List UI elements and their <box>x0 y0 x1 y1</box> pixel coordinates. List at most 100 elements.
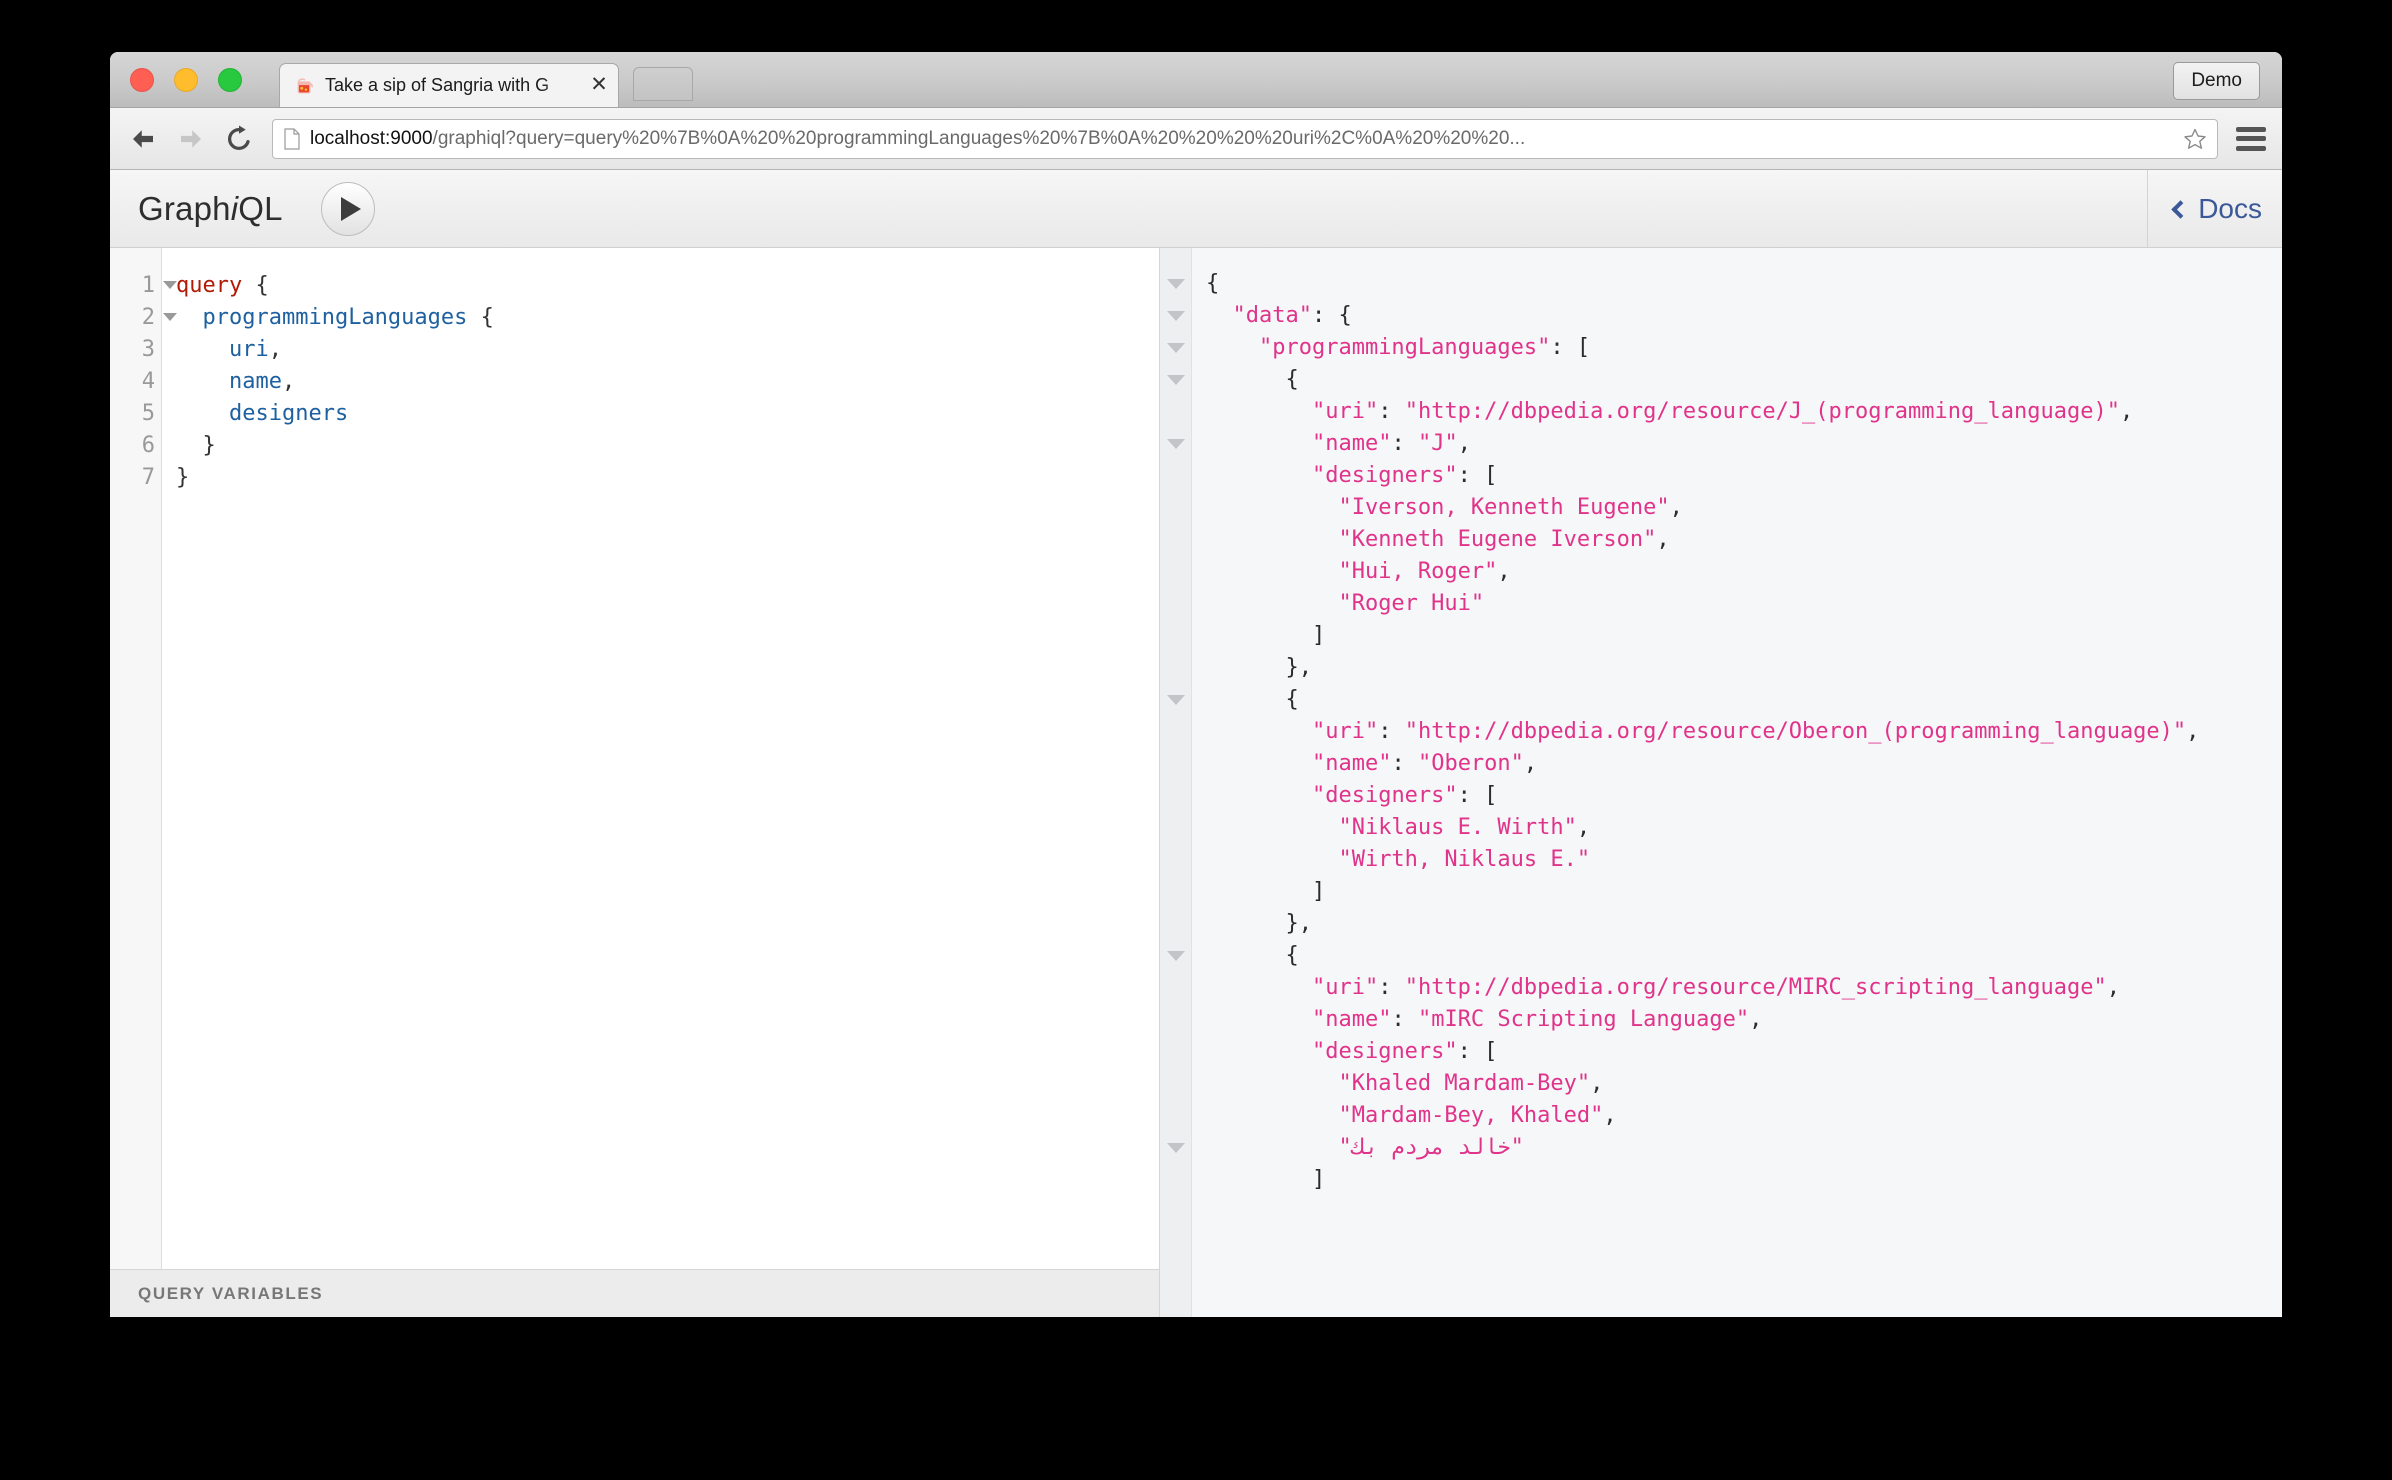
fold-triangle-icon[interactable] <box>1167 279 1185 289</box>
browser-tab-title: Take a sip of Sangria with G <box>325 75 588 96</box>
result-json-token: ] <box>1312 879 1325 904</box>
result-json-token: , <box>2107 975 2120 1000</box>
result-json-token: "Kenneth Eugene Iverson" <box>1338 527 1656 552</box>
result-gutter-line <box>1160 812 1191 844</box>
close-tab-button[interactable]: ✕ <box>588 75 610 97</box>
result-gutter-line <box>1160 876 1191 908</box>
logo-suffix: QL <box>238 190 282 227</box>
logo-prefix: Graph <box>138 190 231 227</box>
query-token: , <box>269 337 282 362</box>
docs-button[interactable]: Docs <box>2147 170 2262 247</box>
fold-triangle-icon[interactable] <box>163 281 177 289</box>
result-gutter-line <box>1160 332 1191 364</box>
result-json-token: { <box>1285 943 1298 968</box>
browser-tab-active[interactable]: Take a sip of Sangria with G ✕ <box>279 63 619 107</box>
query-variables-bar[interactable]: QUERY VARIABLES <box>110 1269 1159 1317</box>
url-host: localhost:9000 <box>310 128 433 149</box>
graphiql-app: GraphiQL Docs 1234567 query { programmin… <box>110 170 2282 1317</box>
result-json-token: : { <box>1312 303 1352 328</box>
chevron-left-icon <box>2172 200 2190 218</box>
result-fold-gutter[interactable] <box>1160 248 1192 1317</box>
result-json-token: , <box>2120 399 2133 424</box>
query-line-number: 5 <box>110 398 161 430</box>
url-text: localhost:9000/graphiql?query=query%20%7… <box>310 128 2174 150</box>
close-window-button[interactable] <box>130 68 154 92</box>
minimize-window-button[interactable] <box>174 68 198 92</box>
result-json-token: , <box>1749 1007 1762 1032</box>
result-gutter-line <box>1160 1100 1191 1132</box>
result-json-token: "mIRC Scripting Language" <box>1418 1007 1749 1032</box>
result-gutter-line <box>1160 428 1191 460</box>
query-token: , <box>282 369 295 394</box>
new-tab-button[interactable] <box>633 67 693 101</box>
fold-triangle-icon[interactable] <box>1167 951 1185 961</box>
result-json-token: "name" <box>1312 751 1391 776</box>
result-json-token: "Hui, Roger" <box>1338 559 1497 584</box>
result-json-token: , <box>1577 815 1590 840</box>
result-json-token: : <box>1391 751 1418 776</box>
result-gutter-line <box>1160 492 1191 524</box>
play-icon <box>341 197 361 221</box>
back-arrow-icon[interactable] <box>128 124 158 154</box>
result-gutter-line <box>1160 524 1191 556</box>
fold-triangle-icon[interactable] <box>1167 695 1185 705</box>
star-icon[interactable] <box>2183 127 2207 151</box>
fold-triangle-icon[interactable] <box>1167 311 1185 321</box>
result-pane: { "data": { "programmingLanguages": [ { … <box>1160 248 2282 1317</box>
result-json-token: , <box>1656 527 1669 552</box>
result-json-token: "http://dbpedia.org/resource/J_(programm… <box>1405 399 2120 424</box>
query-token: } <box>203 433 216 458</box>
result-json-line: "name": "Oberon", <box>1206 748 2282 780</box>
result-json-line: ] <box>1206 620 2282 652</box>
page-document-icon <box>283 128 301 150</box>
result-json-line: "Kenneth Eugene Iverson", <box>1206 524 2282 556</box>
result-json-token: { <box>1285 687 1298 712</box>
result-gutter-line <box>1160 1004 1191 1036</box>
result-json-line: "name": "mIRC Scripting Language", <box>1206 1004 2282 1036</box>
fold-triangle-icon[interactable] <box>1167 1143 1185 1153</box>
result-json-line: "Iverson, Kenneth Eugene", <box>1206 492 2282 524</box>
fold-triangle-icon[interactable] <box>1167 343 1185 353</box>
result-json-token: "name" <box>1312 1007 1391 1032</box>
fold-triangle-icon[interactable] <box>1167 439 1185 449</box>
result-json-line: "uri": "http://dbpedia.org/resource/Ober… <box>1206 716 2282 748</box>
zoom-window-button[interactable] <box>218 68 242 92</box>
window-traffic-lights <box>130 68 242 92</box>
result-json-token: { <box>1206 271 1219 296</box>
result-json-line: { <box>1206 364 2282 396</box>
demo-button[interactable]: Demo <box>2173 62 2260 100</box>
docs-label: Docs <box>2198 193 2262 225</box>
result-json-token: : [ <box>1458 463 1498 488</box>
result-json-line: "name": "J", <box>1206 428 2282 460</box>
result-json-token: "Wirth, Niklaus E." <box>1338 847 1590 872</box>
result-json-line: "designers": [ <box>1206 1036 2282 1068</box>
fold-triangle-icon[interactable] <box>1167 375 1185 385</box>
query-token: programmingLanguages <box>203 305 468 330</box>
hamburger-menu-icon[interactable] <box>2236 127 2266 151</box>
reload-icon[interactable] <box>224 124 254 154</box>
result-json-line: "Hui, Roger", <box>1206 556 2282 588</box>
result-json-token: ] <box>1312 623 1325 648</box>
result-json-token: : [ <box>1458 783 1498 808</box>
result-json-line: "uri": "http://dbpedia.org/resource/MIRC… <box>1206 972 2282 1004</box>
graphiql-body: 1234567 query { programmingLanguages { u… <box>110 248 2282 1317</box>
query-code-line: uri, <box>176 334 1159 366</box>
result-json-line: "خالد مردم بك" <box>1206 1132 2282 1164</box>
query-pane: 1234567 query { programmingLanguages { u… <box>110 248 1160 1317</box>
query-code-text[interactable]: query { programmingLanguages { uri, name… <box>162 248 1159 1269</box>
result-json-line: }, <box>1206 652 2282 684</box>
url-address-bar[interactable]: localhost:9000/graphiql?query=query%20%7… <box>272 119 2218 159</box>
query-editor[interactable]: 1234567 query { programmingLanguages { u… <box>110 248 1159 1269</box>
result-json-token: "designers" <box>1312 463 1458 488</box>
result-json-token: "Niklaus E. Wirth" <box>1338 815 1576 840</box>
url-path: /graphiql?query=query%20%7B%0A%20%20prog… <box>433 128 1526 149</box>
fold-triangle-icon[interactable] <box>163 313 177 321</box>
query-token: query <box>176 273 242 298</box>
result-json-token: , <box>1670 495 1683 520</box>
execute-query-button[interactable] <box>321 182 375 236</box>
query-line-number: 6 <box>110 430 161 462</box>
result-json-token: , <box>1497 559 1510 584</box>
query-variables-label: QUERY VARIABLES <box>138 1284 323 1304</box>
query-line-number: 4 <box>110 366 161 398</box>
result-json-token: : [ <box>1458 1039 1498 1064</box>
